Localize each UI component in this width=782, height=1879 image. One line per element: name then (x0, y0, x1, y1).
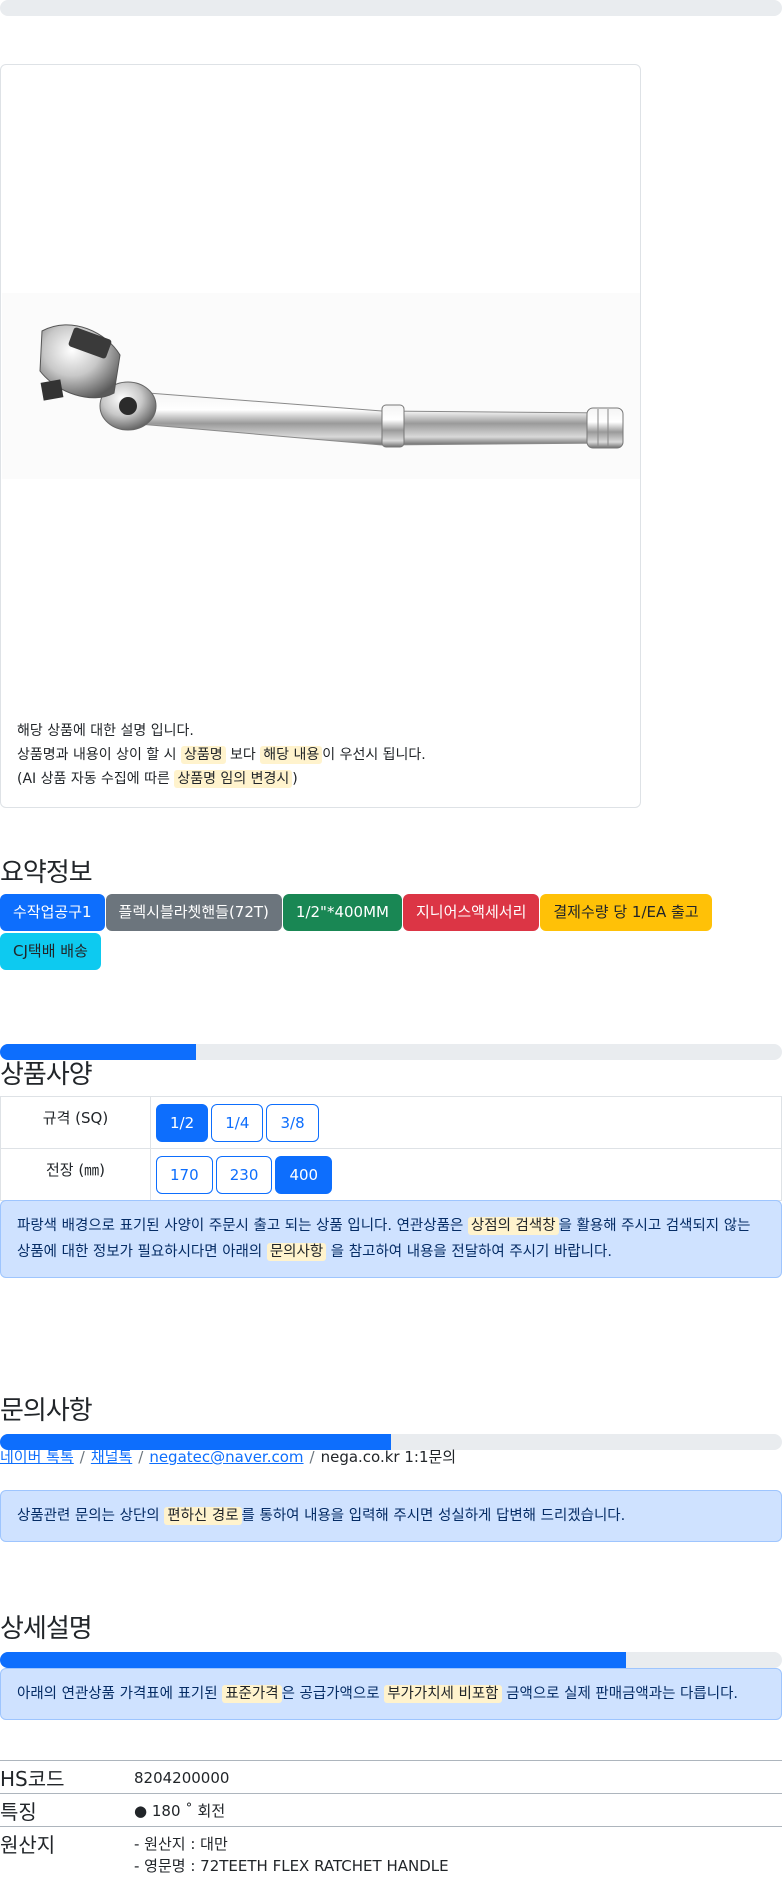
ratchet-handle-image (2, 293, 640, 479)
spec-label-sq: 규격 (SQ) (0, 1096, 151, 1149)
alert-text: 은 공급가액으로 (281, 1686, 385, 1702)
desc-text: 보다 (225, 747, 261, 763)
product-info-table: HS코드 8204200000 특징 ● 180 ˚ 회전 원산지 - 원산지 … (0, 1760, 782, 1877)
link-email[interactable]: negatec@naver.com (149, 1448, 303, 1466)
spec-row-length: 전장 (㎜) 170 230 400 (0, 1148, 782, 1201)
desc-line-3: (AI 상품 자동 수집에 따른 상품명 임의 변경시) (17, 767, 627, 791)
desc-text: 이 우선시 됩니다. (322, 747, 426, 763)
highlight-content: 해당 내용 (260, 746, 323, 764)
info-value: ● 180 ˚ 회전 (134, 1802, 226, 1820)
product-description-note: 해당 상품에 대한 설명 입니다. 상품명과 내용이 상이 할 시 상품명 보다… (17, 719, 627, 791)
spec-label-length: 전장 (㎜) (0, 1148, 151, 1201)
english-name: - 영문명 : 72TEETH FLEX RATCHET HANDLE (134, 1857, 449, 1875)
alert-text: 을 참고하여 내용을 전달하여 주시기 바랍니다. (326, 1244, 612, 1260)
highlight-inquiry: 문의사항 (266, 1243, 327, 1261)
alert-text: 금액으로 실제 판매금액과는 다릅니다. (501, 1686, 739, 1702)
highlight-name-change: 상품명 임의 변경시 (174, 770, 293, 788)
separator: / (309, 1448, 315, 1466)
link-naver-talk[interactable]: 네이버 톡톡 (0, 1448, 74, 1466)
option-length-230[interactable]: 230 (215, 1155, 273, 1194)
detail-progress-fill (0, 1652, 626, 1668)
desc-line-1: 해당 상품에 대한 설명 입니다. (17, 723, 194, 739)
highlight-search: 상점의 검색창 (467, 1217, 559, 1235)
badge-spec: 1/2"*400MM (282, 894, 402, 931)
specs-progress-bar (0, 1044, 782, 1060)
alert-text: 를 통하여 내용을 입력해 주시면 성실하게 답변해 드리겠습니다. (241, 1508, 626, 1524)
spec-table: 규격 (SQ) 1/2 1/4 3/8 전장 (㎜) 170 230 400 (0, 1096, 782, 1201)
info-row-origin: 원산지 - 원산지 : 대만 - 영문명 : 72TEETH FLEX RATC… (0, 1826, 782, 1878)
summary-title: 요약정보 (0, 858, 93, 888)
alert-text: 파랑색 배경으로 표기된 사양이 주문시 출고 되는 상품 입니다. 연관상품은 (17, 1218, 468, 1234)
option-sq-1-4[interactable]: 1/4 (211, 1103, 264, 1142)
info-row-hs-code: HS코드 8204200000 (0, 1760, 782, 1794)
highlight-product-name: 상품명 (180, 746, 226, 764)
desc-line-2: 상품명과 내용이 상이 할 시 상품명 보다 해당 내용 이 우선시 됩니다. (17, 743, 627, 767)
badge-brand: 지니어스액세서리 (402, 894, 540, 931)
product-card: 해당 상품에 대한 설명 입니다. 상품명과 내용이 상이 할 시 상품명 보다… (0, 64, 641, 808)
badge-product-name: 플렉시블라쳇핸들(72T) (105, 894, 282, 931)
desc-text: (AI 상품 자동 수집에 따른 (17, 771, 175, 787)
summary-badges: 수작업공구1 플렉시블라쳇핸들(72T) 1/2"*400MM 지니어스액세서리… (0, 894, 720, 970)
info-value: 8204200000 (134, 1769, 230, 1787)
info-key: 특징 (0, 1800, 37, 1824)
separator: / (138, 1448, 144, 1466)
info-key: 원산지 (0, 1833, 56, 1857)
inquiry-info-alert: 상품관련 문의는 상단의 편하신 경로 를 통하여 내용을 입력해 주시면 성실하… (0, 1490, 782, 1542)
highlight-standard-price: 표준가격 (222, 1685, 282, 1703)
price-info-alert: 아래의 연관상품 가격표에 표기된 표준가격 은 공급가액으로 부가가치세 비포함… (0, 1668, 782, 1720)
link-channel-talk[interactable]: 채널톡 (91, 1448, 132, 1466)
info-value: - 원산지 : 대만 - 영문명 : 72TEETH FLEX RATCHET … (134, 1827, 782, 1878)
spec-row-sq: 규격 (SQ) 1/2 1/4 3/8 (0, 1096, 782, 1149)
origin-country: - 원산지 : 대만 (134, 1835, 228, 1853)
badge-category: 수작업공구1 (0, 894, 105, 931)
specs-info-alert: 파랑색 배경으로 표기된 사양이 주문시 출고 되는 상품 입니다. 연관상품은… (0, 1200, 782, 1278)
option-sq-1-2[interactable]: 1/2 (156, 1103, 209, 1142)
option-length-170[interactable]: 170 (156, 1155, 213, 1194)
desc-text: ) (292, 771, 298, 787)
badge-quantity: 결제수량 당 1/EA 출고 (540, 894, 712, 931)
site-inquiry-text: nega.co.kr 1:1문의 (320, 1448, 457, 1466)
alert-text: 상품관련 문의는 상단의 (17, 1508, 165, 1524)
spec-options-sq: 1/2 1/4 3/8 (150, 1096, 782, 1149)
info-row-feature: 특징 ● 180 ˚ 회전 (0, 1793, 782, 1827)
info-key: HS코드 (0, 1767, 65, 1791)
detail-title: 상세설명 (0, 1614, 93, 1644)
badge-shipping: CJ택배 배송 (0, 933, 101, 970)
highlight-route: 편하신 경로 (164, 1507, 242, 1525)
inquiry-title: 문의사항 (0, 1396, 93, 1426)
top-progress-bar (0, 0, 782, 16)
spec-options-length: 170 230 400 (150, 1148, 782, 1201)
separator: / (79, 1448, 85, 1466)
desc-text: 상품명과 내용이 상이 할 시 (17, 747, 181, 763)
option-length-400[interactable]: 400 (275, 1155, 333, 1194)
alert-text: 아래의 연관상품 가격표에 표기된 (17, 1686, 223, 1702)
highlight-vat-excluded: 부가가치세 비포함 (384, 1685, 502, 1703)
detail-progress-bar (0, 1652, 782, 1668)
specs-title: 상품사양 (0, 1060, 93, 1090)
option-sq-3-8[interactable]: 3/8 (266, 1103, 319, 1142)
contact-links: 네이버 톡톡 / 채널톡 / negatec@naver.com / nega.co.kr … (0, 1446, 456, 1467)
